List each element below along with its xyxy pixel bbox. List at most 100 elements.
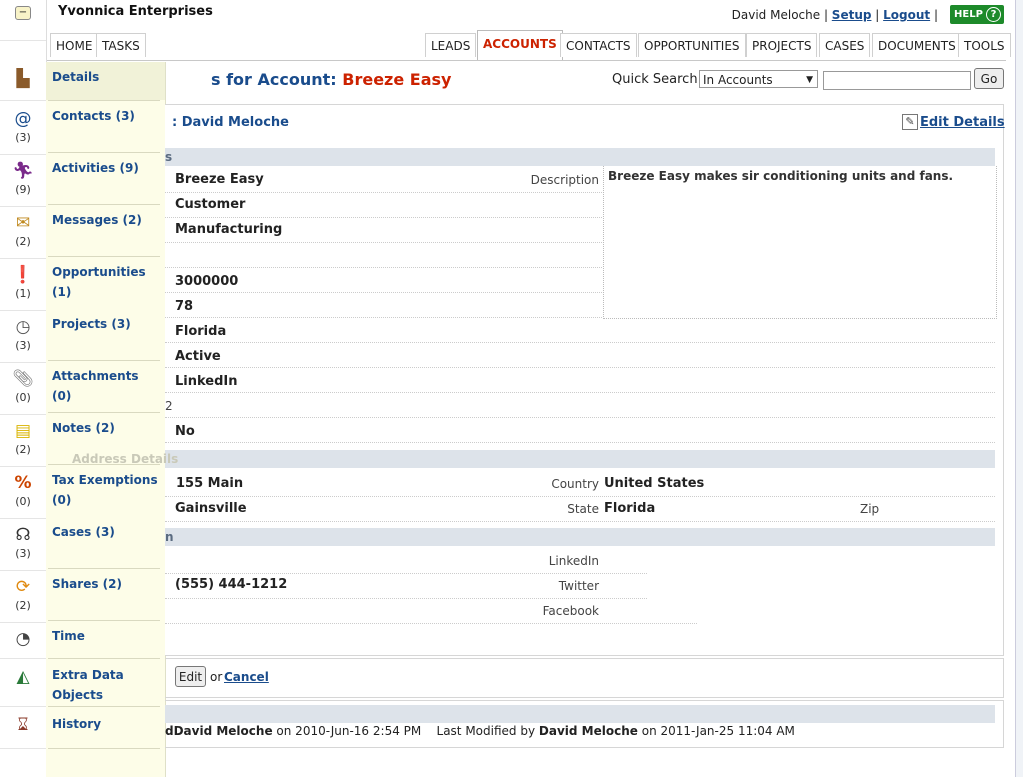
menu-separator [48,152,160,153]
country-label: Country [551,477,599,491]
menu-tax-count: (0) [52,493,72,507]
opportunities-count: (1) [15,287,31,300]
tab-tasks[interactable]: TASKS [96,33,146,57]
icon-cases[interactable]: ☊ (3) [0,518,46,571]
modified-label: Last Modified by [436,724,536,738]
address-section [165,450,995,468]
attachments-paperclip-icon: 📎︎ [12,369,34,389]
extra-field-value: 2 [165,399,173,413]
logout-link[interactable]: Logout [883,8,930,22]
icon-shares[interactable]: ⟳ (2) [0,570,46,623]
tab-opportunities[interactable]: OPPORTUNITIES [638,33,746,57]
icon-history[interactable]: ⌛︎ [0,708,46,749]
phone-value: (555) 444-1212 [175,577,288,592]
tab-home[interactable]: HOME [50,33,99,57]
search-scope-value: In Accounts [703,73,773,87]
menu-notes[interactable]: Notes (2) [52,418,160,438]
address-heading-ghost: Address Details [72,452,179,466]
modified-by: David Meloche [538,724,638,738]
tab-tools[interactable]: TOOLS [958,33,1011,57]
opportunities-alert-icon: ❗ [12,265,34,285]
status-value: Active [175,349,221,364]
opt-value: No [175,424,195,439]
cases-count: (3) [15,547,31,560]
icon-contacts[interactable]: @ (3) [0,102,46,155]
search-go-button[interactable]: Go [974,68,1004,89]
or-text: or [210,670,223,684]
help-button[interactable]: HELP ? [950,5,1004,24]
menu-separator [48,568,160,569]
activities-count: (9) [15,183,31,196]
menu-details[interactable]: Details [52,67,160,87]
book-value: Florida [175,324,227,339]
menu-projects[interactable]: Projects (3) [52,314,160,334]
menu-tax-label: Tax Exemptions [52,473,158,487]
search-scope-select[interactable]: In Accounts ▼ [699,70,818,88]
state-label: State [567,502,599,516]
account-details-heading: s [165,150,173,164]
history-section [165,705,995,723]
page-title: s for Account: Breeze Easy [211,70,451,89]
menu-extra-label-2: Objects [52,688,104,702]
icon-attachments[interactable]: 📎︎ (0) [0,362,46,415]
tax-count: (0) [15,495,31,508]
icon-activities[interactable]: 🏃︎ (9) [0,154,46,207]
tab-contacts[interactable]: CONTACTS [560,33,637,57]
menu-messages[interactable]: Messages (2) [52,210,160,230]
twitter-label: Twitter [558,579,599,593]
cancel-link[interactable]: Cancel [224,670,269,684]
section-menu: Details Contacts (3) Activities (9) Mess… [46,62,166,777]
quick-search-input[interactable] [823,71,971,90]
notes-icon: ▤ [14,421,32,441]
communication-section: n [165,528,995,546]
edit-button[interactable]: Edit [175,666,206,687]
icon-messages[interactable]: ✉ (2) [0,206,46,259]
tab-projects[interactable]: PROJECTS [746,33,818,57]
collapse-toggle[interactable]: − [0,0,46,41]
projects-count: (3) [15,339,31,352]
menu-attachments[interactable]: Attachments (0) [52,366,160,406]
tab-accounts[interactable]: ACCOUNTS [477,30,563,61]
city-value: Gainsville [175,501,247,516]
icon-notes[interactable]: ▤ (2) [0,414,46,467]
created-on: on 2010-Jun-16 2:54 PM [276,724,422,738]
field-row [165,293,602,318]
tab-leads[interactable]: LEADS [425,33,477,57]
source-value: LinkedIn [175,374,238,389]
employees-value: 78 [175,299,194,314]
icon-extra-data[interactable]: ◭ [0,660,46,707]
setup-link[interactable]: Setup [832,8,872,22]
menu-opportunities[interactable]: Opportunities (1) [52,262,160,302]
communication-heading: n [165,530,174,544]
menu-history[interactable]: History [52,714,160,734]
icon-opportunities[interactable]: ❗ (1) [0,258,46,311]
primary-contact-link[interactable]: : David Meloche [172,115,289,130]
menu-time[interactable]: Time [52,626,160,646]
user-links: David Meloche | Setup | Logout | [731,8,938,22]
menu-tax-exemptions[interactable]: Tax Exemptions (0) [52,470,160,510]
field-row [165,622,697,624]
tab-documents[interactable]: DOCUMENTS [872,33,962,57]
industry-value: Manufacturing [175,222,283,237]
user-name: David Meloche [731,8,821,22]
notes-count: (2) [15,443,31,456]
tab-cases[interactable]: CASES [819,33,871,57]
menu-activities[interactable]: Activities (9) [52,158,160,178]
menu-opportunities-count: (1) [52,285,72,299]
menu-extra-data-objects[interactable]: Extra Data Objects [52,665,160,705]
country-value: United States [604,476,705,491]
help-label: HELP [954,9,983,20]
history-hourglass-icon: ⌛︎ [17,715,29,735]
account-details-section: s [165,148,995,166]
menu-contacts[interactable]: Contacts (3) [52,106,160,126]
icon-details[interactable]: ▙ [0,62,46,101]
menu-cases[interactable]: Cases (3) [52,522,160,542]
icon-time[interactable]: ◔ [0,622,46,659]
menu-separator [48,256,160,257]
menu-shares[interactable]: Shares (2) [52,574,160,594]
messages-count: (2) [15,235,31,248]
edit-details-link[interactable]: Edit Details [920,115,1005,130]
icon-projects[interactable]: ◷ (3) [0,310,46,363]
icon-tax[interactable]: % (0) [0,466,46,519]
shares-count: (2) [15,599,31,612]
